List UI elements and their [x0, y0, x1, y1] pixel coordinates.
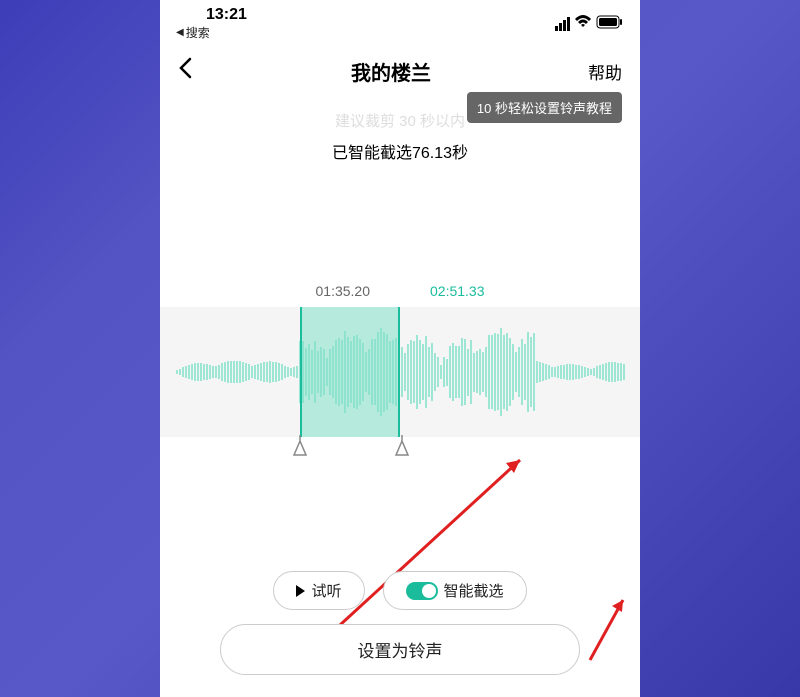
- waveform-icon: [160, 307, 640, 437]
- bottom-controls: 试听 智能截选 设置为铃声: [160, 571, 640, 675]
- page-title: 我的楼兰: [208, 57, 574, 86]
- selection-end-time: 02:51.33: [430, 283, 485, 299]
- preview-button[interactable]: 试听: [273, 571, 364, 610]
- help-button[interactable]: 帮助: [574, 59, 622, 84]
- time-labels: 01:35.20 02:51.33: [160, 283, 640, 299]
- back-to-search[interactable]: ◀ 搜索: [176, 24, 210, 41]
- set-ringtone-button[interactable]: 设置为铃声: [220, 624, 580, 675]
- audio-editor: 01:35.20 02:51.33: [160, 283, 640, 467]
- play-icon: [296, 585, 305, 597]
- selection-start-time: 01:35.20: [316, 283, 371, 299]
- status-time: 13:21: [176, 6, 247, 24]
- signal-icon: [555, 17, 570, 31]
- selected-duration: 已智能截选76.13秒: [160, 139, 640, 163]
- preview-label: 试听: [311, 580, 341, 601]
- nav-bar: 我的楼兰 帮助: [160, 43, 640, 96]
- waveform-container[interactable]: [160, 307, 640, 437]
- status-bar: 13:21 ◀ 搜索: [160, 0, 640, 43]
- wifi-icon: [574, 15, 592, 33]
- search-label: 搜索: [186, 24, 210, 41]
- status-icons: [555, 15, 624, 33]
- handle-row: [160, 437, 640, 467]
- back-button[interactable]: [178, 57, 208, 86]
- selection-handle-left[interactable]: [292, 435, 308, 457]
- smart-select-toggle[interactable]: 智能截选: [383, 571, 527, 610]
- selection-handle-right[interactable]: [394, 435, 410, 457]
- toggle-icon: [406, 582, 438, 600]
- selection-range[interactable]: [300, 307, 400, 437]
- smart-select-label: 智能截选: [444, 580, 504, 601]
- chevron-left-icon: [178, 57, 192, 79]
- phone-frame: 13:21 ◀ 搜索 我的楼兰 帮助 10: [160, 0, 640, 697]
- tutorial-tooltip[interactable]: 10 秒轻松设置铃声教程: [467, 92, 622, 123]
- chevron-left-icon: ◀: [176, 27, 184, 38]
- battery-icon: [596, 15, 624, 33]
